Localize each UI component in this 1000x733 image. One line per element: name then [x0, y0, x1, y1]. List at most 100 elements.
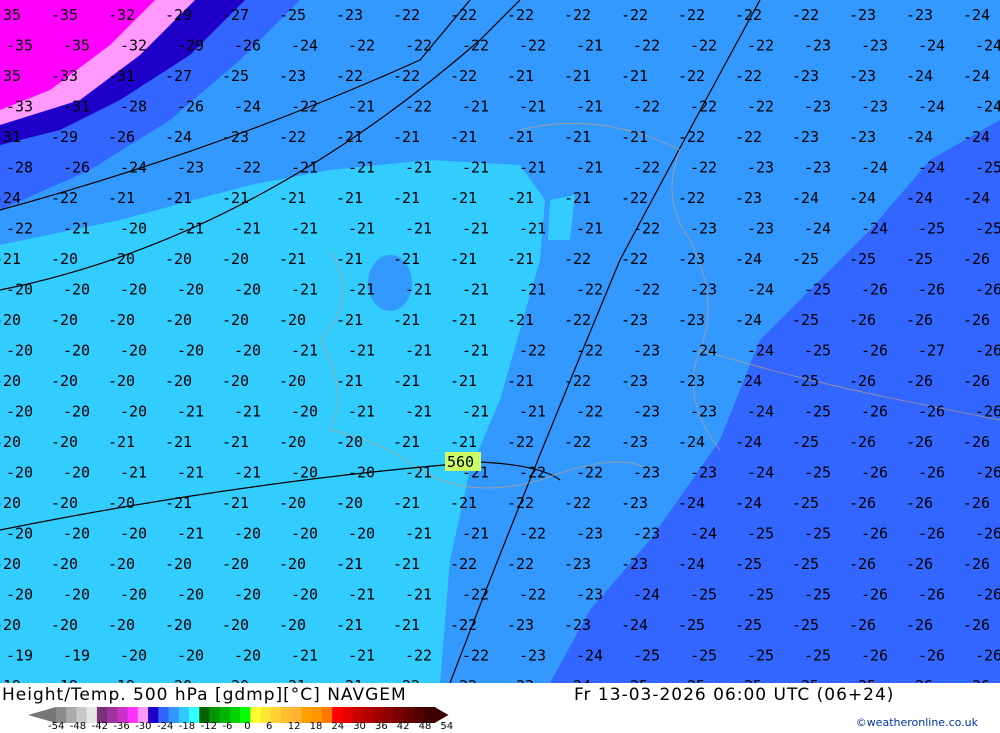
temperature-label: -26	[906, 372, 933, 390]
temperature-label: -22	[792, 6, 819, 24]
temperature-label: -22	[234, 159, 261, 177]
temperature-label: -21	[405, 464, 432, 482]
temperature-label: -20	[108, 250, 135, 268]
temperature-label: -24	[918, 37, 945, 55]
temperature-label: -24	[291, 37, 318, 55]
temperature-label: -24	[861, 220, 888, 238]
temperature-label: -23	[804, 98, 831, 116]
temperature-label: -22	[678, 67, 705, 85]
temperature-label: -21	[405, 403, 432, 421]
temperature-label: -32	[120, 37, 147, 55]
temperature-label: -24	[918, 159, 945, 177]
temperature-label: -21	[336, 311, 363, 329]
temperature-label: -23	[849, 128, 876, 146]
legend-tick: 24	[331, 721, 345, 732]
temperature-label: -23	[633, 525, 660, 543]
temperature-label: -20	[63, 586, 90, 604]
temperature-label: -26	[861, 525, 888, 543]
temperature-label: -23	[861, 37, 888, 55]
temperature-label: -23	[678, 311, 705, 329]
temperature-label: -26	[861, 342, 888, 360]
temperature-label: -28	[6, 159, 33, 177]
temperature-label: -22	[576, 464, 603, 482]
temperature-label: -35	[51, 6, 78, 24]
temperature-label: -29	[51, 128, 78, 146]
temperature-label: -20	[6, 342, 33, 360]
temperature-label: -22	[450, 616, 477, 634]
temperature-label: -25	[792, 311, 819, 329]
credit-link[interactable]: ©weatheronline.co.uk	[856, 716, 978, 729]
temperature-label: -23	[621, 494, 648, 512]
temperature-label: -29	[165, 6, 192, 24]
temperature-label: -21	[279, 250, 306, 268]
temperature-label: -21	[576, 159, 603, 177]
temperature-label: -21	[348, 647, 375, 665]
temperature-label: -23	[177, 159, 204, 177]
legend-tick: 54	[440, 721, 454, 732]
temperature-label: -20	[177, 342, 204, 360]
temperature-label: -24	[678, 433, 705, 451]
temperature-label: -24	[735, 433, 762, 451]
temperature-label: -20	[0, 616, 21, 634]
temperature-label: -21	[450, 372, 477, 390]
temperature-label: -24	[906, 67, 933, 85]
temperature-label: -24	[690, 525, 717, 543]
weather-map: -35-35-32-29-27-25-23-22-22-22-22-22-22-…	[0, 0, 1000, 683]
temperature-label: -21	[564, 128, 591, 146]
temperature-label: -20	[51, 433, 78, 451]
temperature-label: -26	[906, 311, 933, 329]
temperature-label: -20	[336, 433, 363, 451]
temperature-label: -35	[0, 67, 21, 85]
temperature-label: -26	[861, 586, 888, 604]
temperature-label: -22	[564, 6, 591, 24]
temperature-label: -20	[51, 372, 78, 390]
temperature-label: -25	[792, 372, 819, 390]
temperature-label: -20	[63, 281, 90, 299]
temperature-label: -21	[336, 250, 363, 268]
temperature-label: -22	[519, 464, 546, 482]
temperature-label: -26	[918, 281, 945, 299]
temperature-label: -20	[51, 555, 78, 573]
temperature-label: -22	[747, 37, 774, 55]
temperature-label: -21	[177, 403, 204, 421]
temperature-label: -21	[519, 403, 546, 421]
temperature-label: -21	[507, 250, 534, 268]
temperature-label: -22	[621, 250, 648, 268]
temperature-label: -25	[678, 616, 705, 634]
temperature-label: -23	[576, 586, 603, 604]
temperature-label: -22	[633, 37, 660, 55]
temperature-label: -23	[633, 464, 660, 482]
temperature-label: -22	[519, 525, 546, 543]
temperature-label: -21	[507, 189, 534, 207]
temperature-label: -20	[120, 647, 147, 665]
temperature-label: -23	[576, 525, 603, 543]
temperature-label: -26	[963, 372, 990, 390]
temperature-label: -25	[792, 494, 819, 512]
temperature-label: -26	[963, 555, 990, 573]
temperature-label: -24	[747, 464, 774, 482]
legend-tick: -48	[69, 721, 87, 732]
temperature-label: -21	[393, 555, 420, 573]
temperature-label: -21	[63, 220, 90, 238]
temperature-label: -23	[804, 37, 831, 55]
temperature-label: -22	[633, 281, 660, 299]
temperature-label: -21	[519, 159, 546, 177]
temperature-label: -21	[393, 616, 420, 634]
temperature-label: -23	[564, 555, 591, 573]
temperature-label: -20	[51, 311, 78, 329]
temperature-label: -20	[63, 342, 90, 360]
temperature-label: -21	[177, 525, 204, 543]
temperature-label: -22	[51, 189, 78, 207]
temperature-label: -23	[621, 555, 648, 573]
temperature-label: -20	[108, 494, 135, 512]
temperature-label: -23	[564, 616, 591, 634]
temperature-label: -21	[336, 555, 363, 573]
temperature-label: -20	[222, 250, 249, 268]
temperature-label: -22	[279, 128, 306, 146]
temperature-label: -23	[849, 6, 876, 24]
legend-tick: -12	[200, 721, 217, 732]
temperature-label: -26	[963, 616, 990, 634]
temperature-label: -20	[108, 555, 135, 573]
temperature-label: -24	[576, 647, 603, 665]
temperature-label: -21	[348, 281, 375, 299]
